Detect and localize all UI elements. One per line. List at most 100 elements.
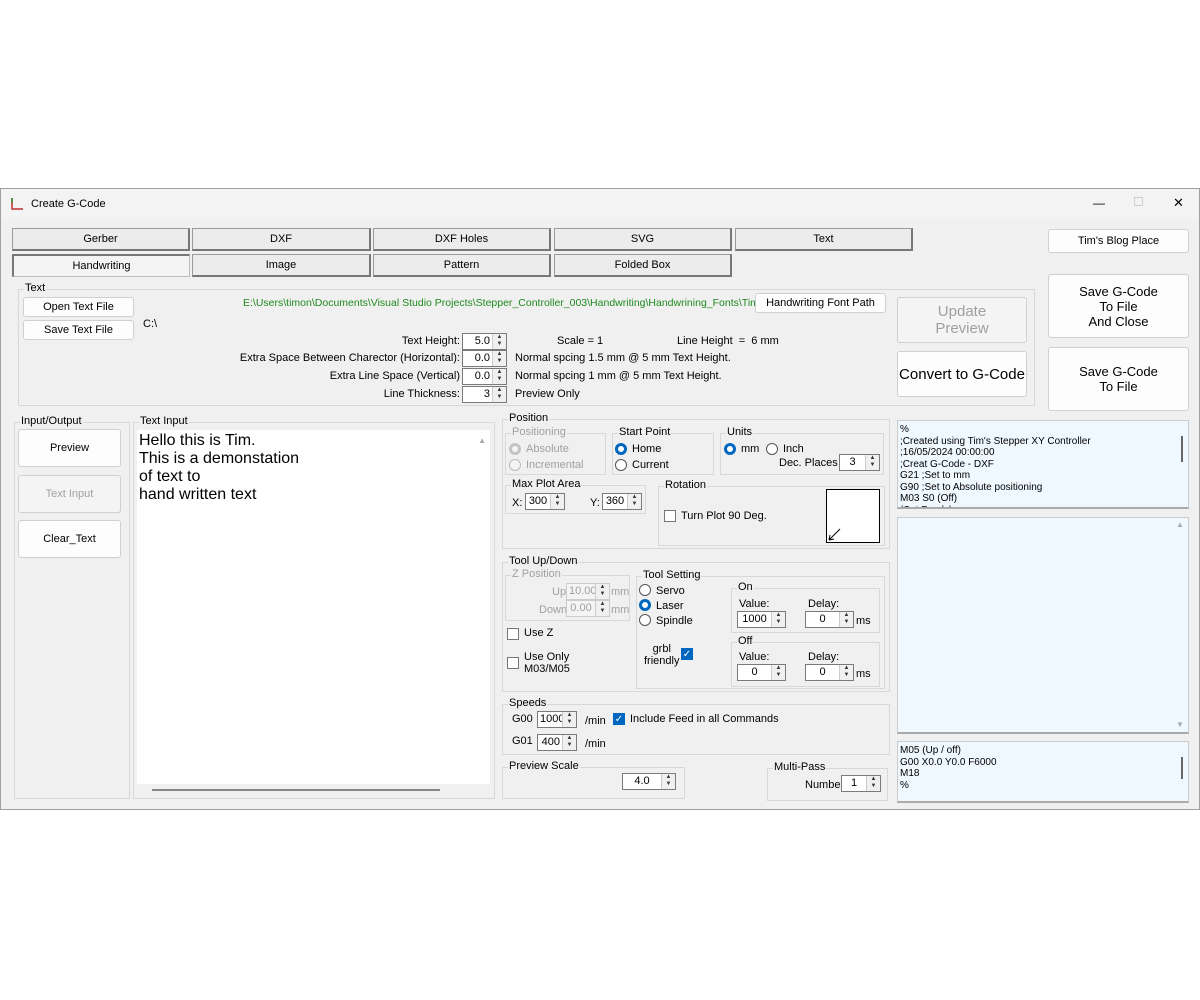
tab-gerber[interactable]: Gerber	[12, 228, 190, 251]
servo-radio[interactable]	[639, 584, 651, 596]
spinner-arrows-icon[interactable]: ▲ ▼	[771, 612, 785, 627]
text-input-button[interactable]: Text Input	[18, 475, 121, 513]
mm-radio[interactable]	[724, 443, 736, 455]
max-x-value: 300	[528, 495, 548, 507]
spinner-arrows-icon[interactable]: ▲ ▼	[595, 584, 609, 599]
tab-svg[interactable]: SVG	[554, 228, 732, 251]
spindle-radio[interactable]	[639, 614, 651, 626]
spinner-arrows-icon[interactable]: ▲ ▼	[771, 665, 785, 680]
z-down-input[interactable]: 0.00 ▲ ▼	[566, 600, 610, 617]
incremental-label: Incremental	[526, 459, 584, 471]
tab-pattern[interactable]: Pattern	[373, 254, 551, 277]
save-text-file-button[interactable]: Save Text File	[23, 320, 134, 340]
spinner-arrows-icon[interactable]: ▲ ▼	[865, 455, 879, 470]
off-ms-label: ms	[856, 668, 871, 680]
inch-radio[interactable]	[766, 443, 778, 455]
text-height-input[interactable]: 5.0 ▲ ▼	[462, 333, 507, 350]
use-only-m03-m05-checkbox[interactable]	[507, 657, 519, 669]
gcode-header-textbox[interactable]: % ;Created using Tim's Stepper XY Contro…	[897, 420, 1189, 509]
tab-folded-box[interactable]: Folded Box	[554, 254, 732, 277]
grbl-friendly-label: grbl friendly	[644, 643, 680, 667]
save-and-close-button[interactable]: Save G-Code To File And Close	[1048, 274, 1189, 338]
handwriting-font-path-button[interactable]: Handwriting Font Path	[755, 293, 886, 313]
scale-text: Scale = 1	[557, 335, 604, 347]
scroll-up-icon[interactable]: ▲	[1176, 520, 1184, 529]
tab-dxf[interactable]: DXF	[192, 228, 371, 251]
up-label: Up	[552, 586, 567, 598]
preview-button[interactable]: Preview	[18, 429, 121, 467]
text-input-legend: Text Input	[139, 415, 189, 427]
spinner-arrows-icon[interactable]: ▲ ▼	[627, 494, 641, 509]
clear-text-button[interactable]: Clear_Text	[18, 520, 121, 558]
extra-h-input[interactable]: 0.0 ▲ ▼	[462, 350, 507, 367]
tab-handwriting[interactable]: Handwriting	[12, 254, 190, 277]
preview-scale-input[interactable]: 4.0 ▲ ▼	[622, 773, 676, 790]
inch-label: Inch	[783, 443, 804, 455]
use-z-checkbox[interactable]	[507, 628, 519, 640]
text-line: of text to	[139, 468, 201, 485]
gcode-body-textbox[interactable]	[897, 517, 1189, 734]
gcode-footer-textbox[interactable]: M05 (Up / off) G00 X0.0 Y0.0 F6000 M18 %	[897, 741, 1189, 803]
extra-v-label: Extra Line Space (Vertical)	[329, 370, 460, 382]
note-vertical: Normal spcing 1 mm @ 5 mm Text Height.	[515, 370, 722, 382]
spinner-arrows-icon[interactable]: ▲ ▼	[839, 665, 853, 680]
open-text-file-button[interactable]: Open Text File	[23, 297, 134, 317]
spinner-arrows-icon[interactable]: ▲ ▼	[839, 612, 853, 627]
tab-image[interactable]: Image	[192, 254, 371, 277]
incremental-radio[interactable]	[509, 459, 521, 471]
extra-v-value: 0.0	[474, 370, 490, 382]
spinner-arrows-icon[interactable]: ▲ ▼	[492, 334, 506, 349]
minimize-button[interactable]: —	[1093, 196, 1105, 210]
spinner-arrows-icon[interactable]: ▲ ▼	[550, 494, 564, 509]
max-x-input[interactable]: 300 ▲ ▼	[525, 493, 565, 510]
extra-v-input[interactable]: 0.0 ▲ ▼	[462, 368, 507, 385]
spinner-arrows-icon[interactable]: ▲ ▼	[492, 369, 506, 384]
convert-to-gcode-button[interactable]: Convert to G-Code	[897, 351, 1027, 397]
off-delay-input[interactable]: 0 ▲ ▼	[805, 664, 854, 681]
app-axes-icon	[11, 198, 23, 210]
scroll-up-icon[interactable]: ▲	[478, 432, 486, 450]
max-y-input[interactable]: 360 ▲ ▼	[602, 493, 642, 510]
spinner-arrows-icon[interactable]: ▲ ▼	[492, 351, 506, 366]
spinner-arrows-icon[interactable]: ▲ ▼	[595, 601, 609, 616]
g01-input[interactable]: 400 ▲ ▼	[537, 734, 577, 751]
current-radio[interactable]	[615, 459, 627, 471]
close-button[interactable]: ✕	[1173, 195, 1184, 211]
position-legend: Position	[508, 412, 550, 424]
on-value-input[interactable]: 1000 ▲ ▼	[737, 611, 786, 628]
thickness-input[interactable]: 3 ▲ ▼	[462, 386, 507, 403]
spinner-arrows-icon[interactable]: ▲ ▼	[866, 776, 880, 791]
tab-text[interactable]: Text	[735, 228, 913, 251]
on-delay-input[interactable]: 0 ▲ ▼	[805, 611, 854, 628]
turn-plot-checkbox[interactable]	[664, 510, 676, 522]
save-gcode-button[interactable]: Save G-Code To File	[1048, 347, 1189, 411]
update-preview-button[interactable]: Update Preview	[897, 297, 1027, 343]
off-value-input[interactable]: 0 ▲ ▼	[737, 664, 786, 681]
scroll-down-icon[interactable]: ▼	[1176, 720, 1184, 729]
spinner-arrows-icon[interactable]: ▲ ▼	[492, 387, 506, 402]
multi-pass-input[interactable]: 1 ▲ ▼	[841, 775, 881, 792]
home-label: Home	[632, 443, 662, 455]
blog-button[interactable]: Tim's Blog Place	[1048, 229, 1189, 253]
include-feed-checkbox[interactable]: ✓	[613, 713, 625, 725]
grbl-friendly-checkbox[interactable]: ✓	[681, 648, 693, 660]
horizontal-scrollbar[interactable]	[152, 789, 440, 791]
z-up-input[interactable]: 10.00 ▲ ▼	[566, 583, 610, 600]
include-feed-label: Include Feed in all Commands	[630, 713, 779, 725]
absolute-radio[interactable]	[509, 443, 521, 455]
footer-scrollbar[interactable]	[1181, 757, 1183, 779]
spinner-arrows-icon[interactable]: ▲ ▼	[562, 735, 576, 750]
window-title: Create G-Code	[31, 198, 106, 210]
header-scrollbar[interactable]	[1181, 436, 1183, 462]
dec-places-value: 3	[849, 456, 856, 468]
tab-dxf-holes[interactable]: DXF Holes	[373, 228, 551, 251]
dec-places-input[interactable]: 3 ▲ ▼	[839, 454, 880, 471]
spinner-arrows-icon[interactable]: ▲ ▼	[562, 712, 576, 727]
maximize-button[interactable]: ☐	[1133, 195, 1144, 209]
home-radio[interactable]	[615, 443, 627, 455]
g00-input[interactable]: 1000 ▲ ▼	[537, 711, 577, 728]
laser-radio[interactable]	[639, 599, 651, 611]
on-value: 1000	[742, 613, 767, 625]
text-input-area[interactable]: Hello this is Tim. This is a demonstatio…	[137, 430, 490, 784]
spinner-arrows-icon[interactable]: ▲ ▼	[661, 774, 675, 789]
